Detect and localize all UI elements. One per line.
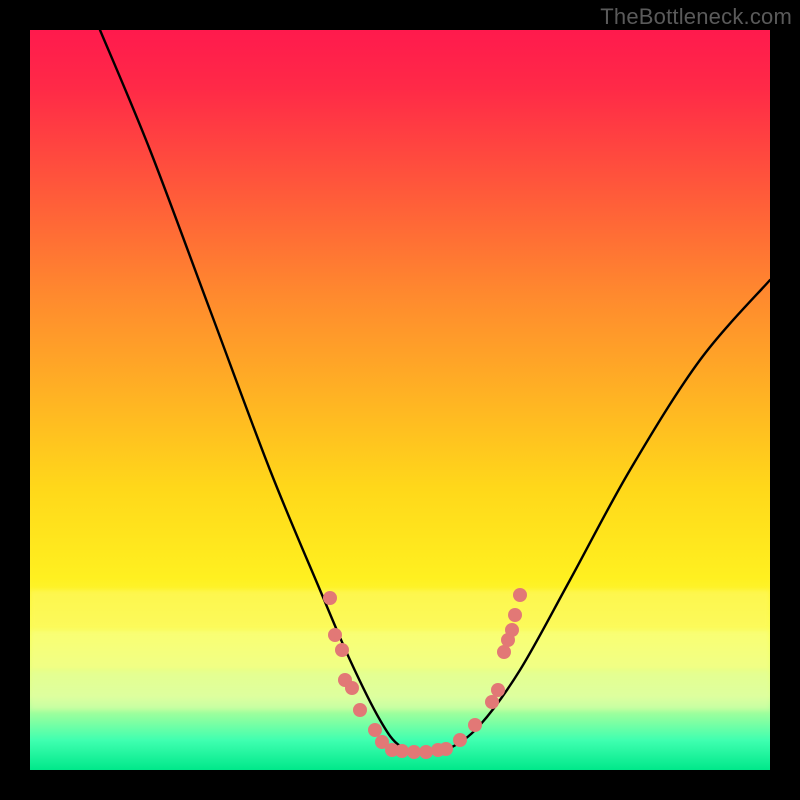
data-point <box>513 588 527 602</box>
data-point <box>505 623 519 637</box>
watermark-text: TheBottleneck.com <box>600 4 792 30</box>
data-point-group <box>323 588 527 759</box>
data-point <box>439 742 453 756</box>
data-point <box>328 628 342 642</box>
data-point <box>508 608 522 622</box>
data-point <box>497 645 511 659</box>
data-point <box>368 723 382 737</box>
data-point <box>345 681 359 695</box>
data-point <box>468 718 482 732</box>
bottleneck-curve <box>100 30 770 752</box>
data-point <box>453 733 467 747</box>
chart-svg <box>30 30 770 770</box>
data-point <box>335 643 349 657</box>
data-point <box>323 591 337 605</box>
data-point <box>353 703 367 717</box>
chart-plot-area <box>30 30 770 770</box>
data-point <box>407 745 421 759</box>
data-point <box>419 745 433 759</box>
data-point <box>485 695 499 709</box>
data-point <box>395 744 409 758</box>
data-point <box>491 683 505 697</box>
